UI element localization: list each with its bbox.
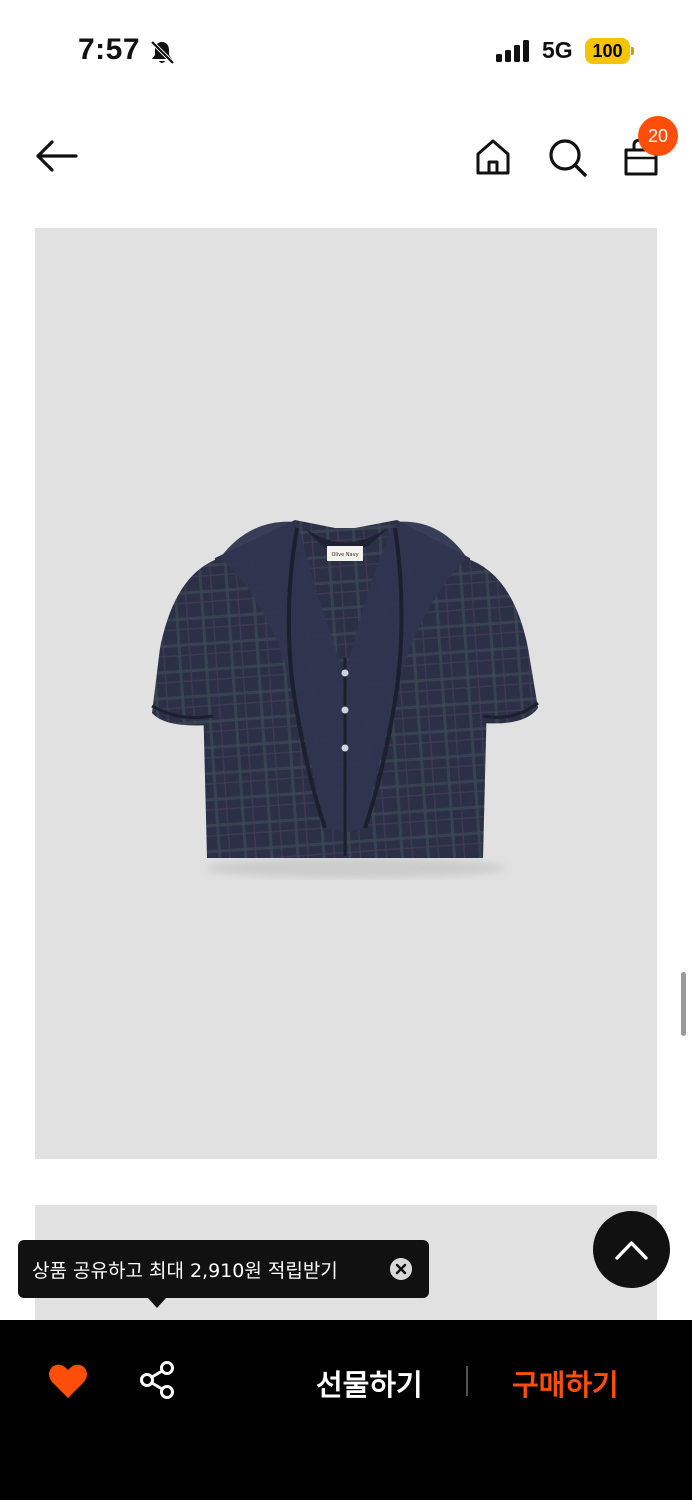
network-type: 5G xyxy=(542,37,573,63)
scrollbar[interactable] xyxy=(681,972,686,1036)
bell-slash-icon xyxy=(150,40,175,65)
battery-level: 100 xyxy=(585,38,630,64)
status-bar: 7:57 5G 100 xyxy=(0,0,692,100)
arrow-left-icon[interactable] xyxy=(32,136,80,176)
scroll-to-top-button[interactable] xyxy=(593,1211,670,1288)
share-icon[interactable] xyxy=(138,1360,176,1400)
top-navigation xyxy=(0,100,692,210)
product-image[interactable]: Olive Navy xyxy=(35,228,657,1159)
battery-icon: 100 xyxy=(585,38,634,64)
bottom-action-bar: 선물하기 구매하기 xyxy=(0,1320,692,1500)
heart-filled-icon[interactable] xyxy=(48,1362,88,1400)
blouse-product-photo: Olive Navy xyxy=(151,520,539,878)
share-reward-tooltip: 상품 공유하고 최대 2,910원 적립받기 xyxy=(18,1240,429,1308)
tooltip-text: 상품 공유하고 최대 2,910원 적립받기 xyxy=(32,1260,338,1282)
garment-label: Olive Navy xyxy=(331,552,358,558)
cellular-signal-icon xyxy=(496,40,529,62)
gift-button[interactable]: 선물하기 xyxy=(316,1362,423,1404)
tooltip-arrow xyxy=(148,1298,166,1308)
divider xyxy=(466,1366,468,1396)
close-circle-icon[interactable] xyxy=(390,1258,412,1280)
status-time: 7:57 xyxy=(78,33,141,66)
search-icon[interactable] xyxy=(544,134,590,180)
chevron-up-icon xyxy=(615,1241,648,1260)
buy-button[interactable]: 구매하기 xyxy=(512,1362,619,1404)
cart-count-badge: 20 xyxy=(638,116,678,156)
home-icon[interactable] xyxy=(470,134,516,180)
